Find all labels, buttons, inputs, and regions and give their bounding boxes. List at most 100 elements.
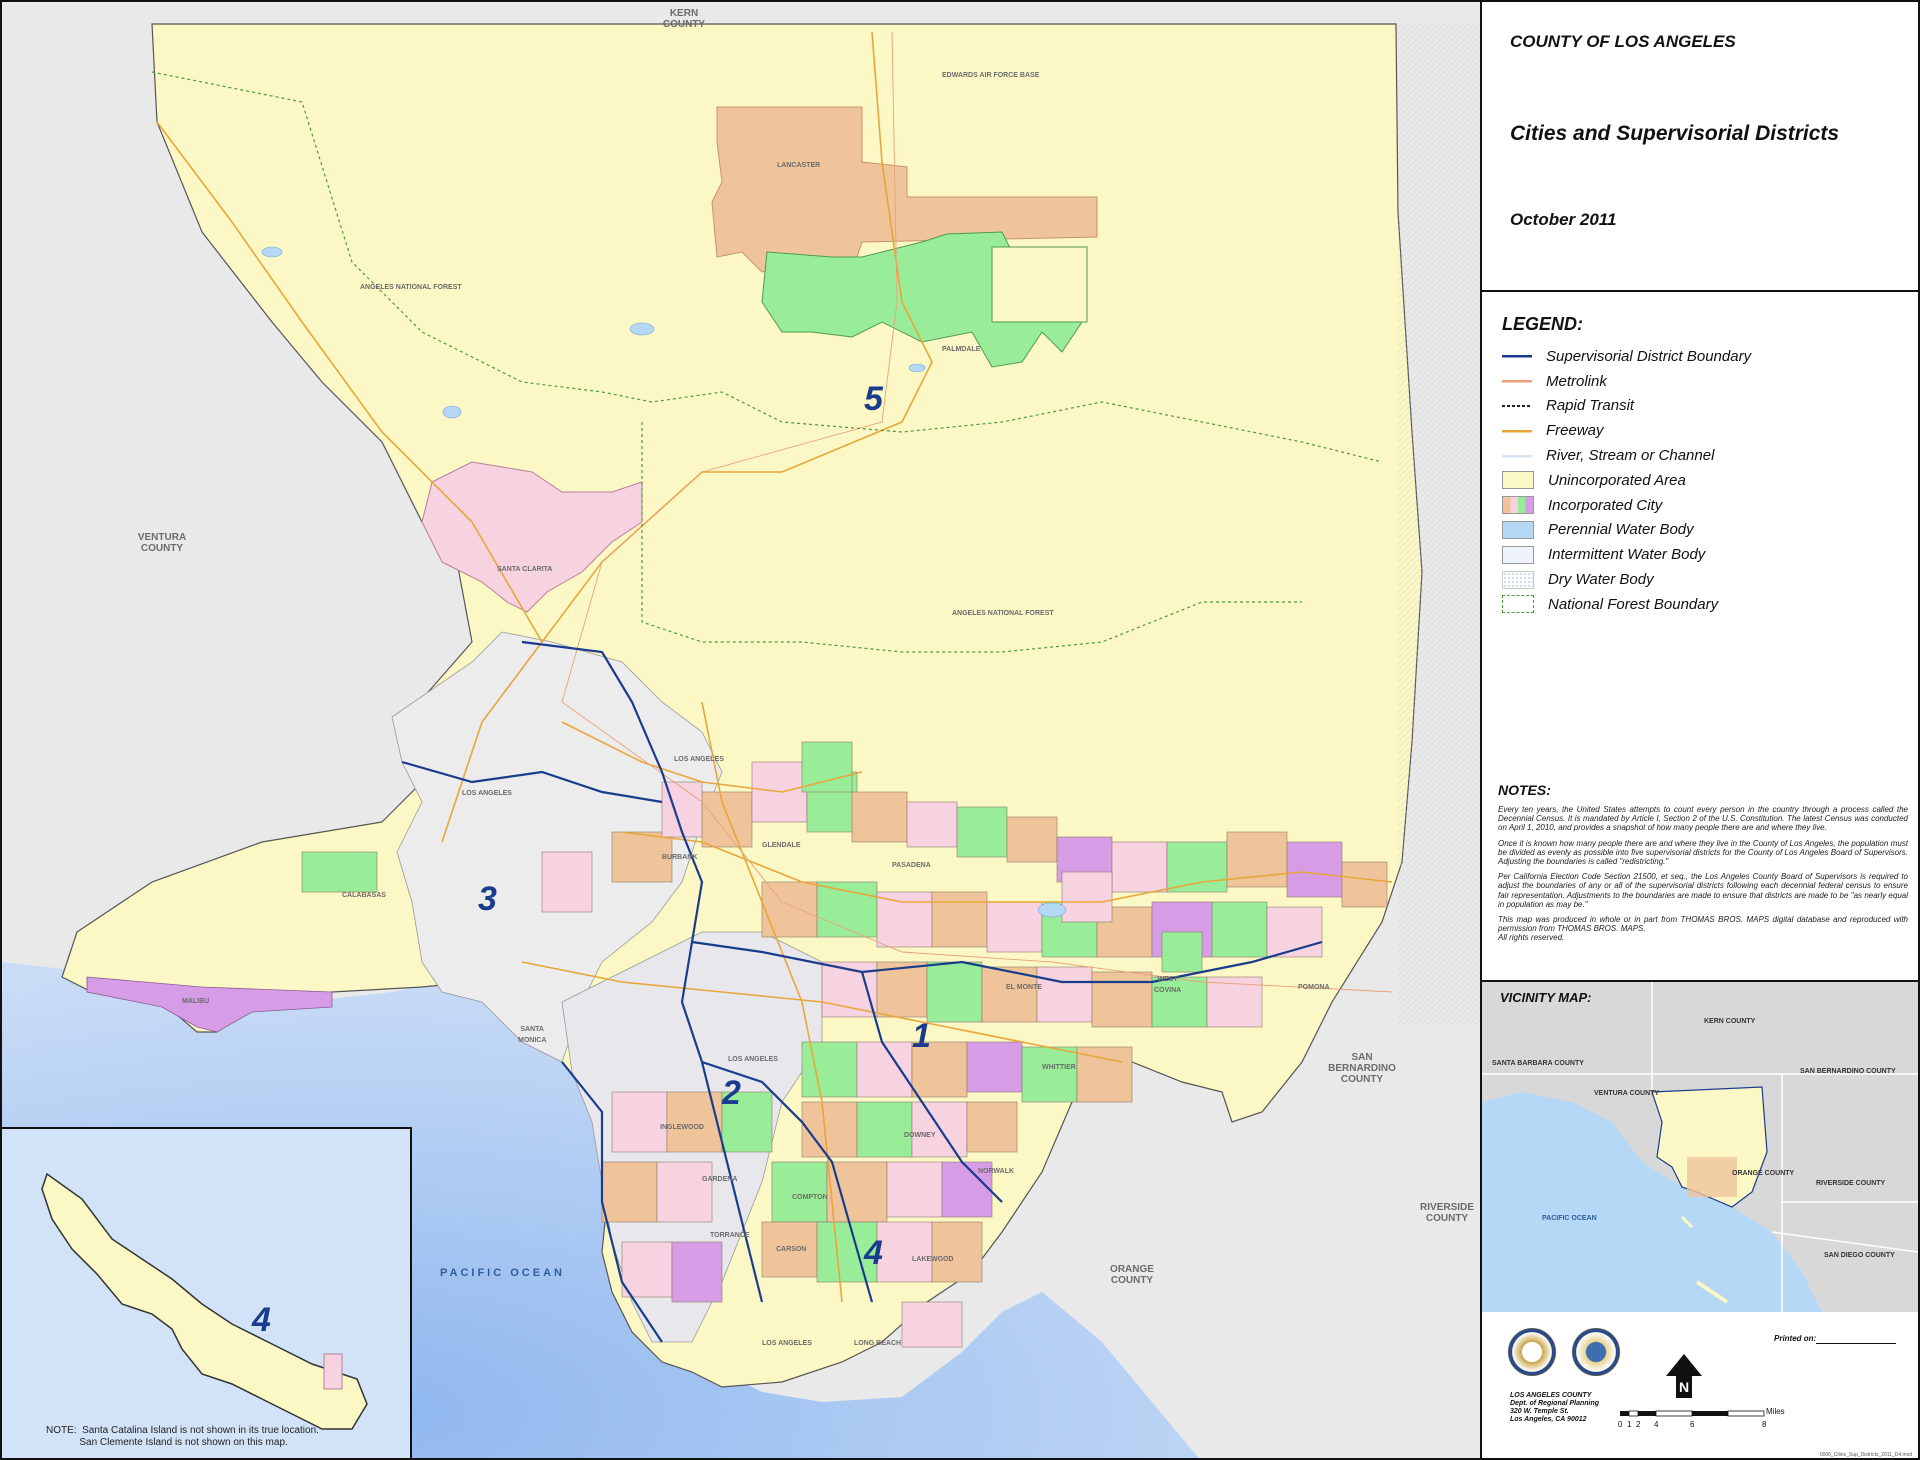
label-kern-county: KERN COUNTY <box>662 8 706 30</box>
vicinity-label-kern: KERN COUNTY <box>1704 1018 1756 1025</box>
vicinity-label-ventura: VENTURA COUNTY <box>1594 1090 1660 1097</box>
district-1-label[interactable]: 1 <box>912 1017 931 1056</box>
scale-unit: Miles <box>1766 1407 1785 1416</box>
district-5-label[interactable]: 5 <box>864 380 883 419</box>
place-malibu: MALIBU <box>182 998 210 1005</box>
legend-label: Freeway <box>1546 422 1604 440</box>
notes-title: NOTES: <box>1498 782 1551 798</box>
scale-bar <box>1620 1410 1765 1417</box>
place-inglewood: INGLEWOOD <box>660 1124 704 1131</box>
legend-label: Perennial Water Body <box>1548 521 1694 539</box>
place-burbank: BURBANK <box>662 854 698 861</box>
scale-tick: 8 <box>1762 1420 1767 1429</box>
legend-swatch <box>1502 348 1532 365</box>
printed-on-label: Printed on: <box>1774 1334 1817 1343</box>
legend-label: Intermittent Water Body <box>1548 546 1706 564</box>
file-id: 0006_Cities_Sup_Districts_2011_D4.mxd <box>1819 1452 1912 1458</box>
place-pasadena: PASADENA <box>892 862 931 869</box>
legend-swatch <box>1502 570 1534 589</box>
place-whittier: WHITTIER <box>1042 1064 1076 1071</box>
legend-swatch <box>1502 404 1532 407</box>
label-riverside-county: RIVERSIDE COUNTY <box>1420 1202 1474 1224</box>
footer-panel: Printed on: LOS ANGELES COUNTY Dept. of … <box>1482 1312 1918 1460</box>
legend-item: Incorporated City <box>1502 493 1751 518</box>
legend-label: River, Stream or Channel <box>1546 447 1715 465</box>
vicinity-map-graphic <box>1482 982 1918 1312</box>
place-calabasas: CALABASAS <box>342 892 386 899</box>
catalina-inset[interactable]: 4 NOTE: Santa Catalina Island is not sho… <box>2 1127 412 1458</box>
county-title: COUNTY OF LOS ANGELES <box>1510 32 1736 51</box>
place-downey: DOWNEY <box>904 1132 936 1139</box>
county-seal-icon <box>1508 1328 1556 1376</box>
legend-label: Metrolink <box>1546 372 1607 390</box>
legend-item: Unincorporated Area <box>1502 468 1751 493</box>
legend-label: National Forest Boundary <box>1548 595 1719 613</box>
place-compton: COMPTON <box>792 1194 828 1201</box>
place-lakewood: LAKEWOOD <box>912 1256 954 1263</box>
inset-note: NOTE: Santa Catalina Island is not shown… <box>46 1425 319 1448</box>
legend-swatch <box>1502 447 1532 464</box>
place-santa-monica: SANTA MONICA <box>518 1026 547 1044</box>
legend-label: Dry Water Body <box>1548 571 1654 589</box>
place-los-angeles-central: LOS ANGELES <box>728 1056 778 1063</box>
legend-item: Rapid Transit <box>1502 394 1751 419</box>
place-carson: CARSON <box>776 1246 807 1253</box>
legend-swatch <box>1502 373 1532 390</box>
scale-tick: 2 <box>1636 1420 1641 1429</box>
vicinity-label-san-diego: SAN DIEGO COUNTY <box>1824 1252 1895 1259</box>
district-4-label[interactable]: 4 <box>864 1234 883 1273</box>
place-los-angeles-north: LOS ANGELES <box>674 756 724 763</box>
place-glendale: GLENDALE <box>762 842 801 849</box>
legend-item: Dry Water Body <box>1502 567 1751 592</box>
legend-item: Supervisorial District Boundary <box>1502 344 1751 369</box>
legend-item: Perennial Water Body <box>1502 518 1751 543</box>
scale-tick: 6 <box>1690 1420 1695 1429</box>
place-norwalk: NORWALK <box>978 1168 1015 1175</box>
legend-swatch <box>1502 422 1532 439</box>
legend-swatch <box>1502 595 1534 614</box>
district-2-label[interactable]: 2 <box>722 1074 741 1113</box>
label-ventura-county: VENTURA COUNTY <box>137 532 187 554</box>
legend-panel: LEGEND: Supervisorial District Boundary M… <box>1482 292 1918 982</box>
main-map[interactable]: KERN COUNTY VENTURA COUNTY SAN BERNARDIN… <box>0 0 1482 1460</box>
place-torrance: TORRANCE <box>710 1232 750 1239</box>
map-date: October 2011 <box>1510 210 1617 229</box>
notes-paragraph: Once it is known how many people there a… <box>1498 838 1908 867</box>
label-san-bernardino-county: SAN BERNARDINO COUNTY <box>1328 1052 1396 1085</box>
department-address: LOS ANGELES COUNTY Dept. of Regional Pla… <box>1510 1392 1600 1423</box>
place-el-monte: EL MONTE <box>1006 984 1043 991</box>
north-letter: N <box>1679 1379 1689 1395</box>
notes-body: Every ten years, the United States attem… <box>1498 805 1908 949</box>
notes-paragraph: Per California Election Code Section 215… <box>1498 872 1908 909</box>
vicinity-title: VICINITY MAP: <box>1500 990 1592 1005</box>
map-title: Cities and Supervisorial Districts <box>1510 122 1840 145</box>
vicinity-panel[interactable]: VICINITY MAP: KERN COUNTY SANTA BARBARA … <box>1482 982 1918 1312</box>
regional-planning-seal-icon <box>1572 1328 1620 1376</box>
place-west-covina: WEST COVINA <box>1154 976 1182 994</box>
sidebar: COUNTY OF LOS ANGELES Cities and Supervi… <box>1482 0 1920 1460</box>
scale-tick: 1 <box>1627 1420 1632 1429</box>
legend-label: Unincorporated Area <box>1548 471 1686 489</box>
vicinity-label-riverside: RIVERSIDE COUNTY <box>1816 1180 1886 1187</box>
label-orange-county: ORANGE COUNTY <box>1110 1264 1154 1286</box>
legend-item: Intermittent Water Body <box>1502 542 1751 567</box>
place-pomona: POMONA <box>1298 984 1330 991</box>
catalina-island-graphic <box>41 1172 368 1430</box>
legend-label: Supervisorial District Boundary <box>1546 347 1752 365</box>
legend-label: Rapid Transit <box>1546 397 1635 415</box>
inset-district-4-label: 4 <box>252 1301 271 1339</box>
vicinity-label-san-bernardino: SAN BERNARDINO COUNTY <box>1800 1068 1896 1075</box>
notes-paragraph: Every ten years, the United States attem… <box>1498 805 1908 833</box>
legend-swatch <box>1502 471 1534 490</box>
place-angeles-nf-east: ANGELES NATIONAL FOREST <box>952 610 1054 617</box>
vicinity-label-orange: ORANGE COUNTY <box>1732 1170 1795 1177</box>
printed-on-line <box>1816 1343 1896 1344</box>
legend-list: Supervisorial District Boundary Metrolink… <box>1502 344 1751 617</box>
vicinity-label-santa-barbara: SANTA BARBARA COUNTY <box>1492 1060 1584 1067</box>
place-edwards-afb: EDWARDS AIR FORCE BASE <box>942 72 1040 79</box>
scale-tick: 4 <box>1654 1420 1659 1429</box>
district-3-label[interactable]: 3 <box>478 880 497 919</box>
scale-tick: 0 <box>1618 1420 1623 1429</box>
vicinity-label-pacific: PACIFIC OCEAN <box>1542 1215 1597 1222</box>
legend-item: Metrolink <box>1502 369 1751 394</box>
